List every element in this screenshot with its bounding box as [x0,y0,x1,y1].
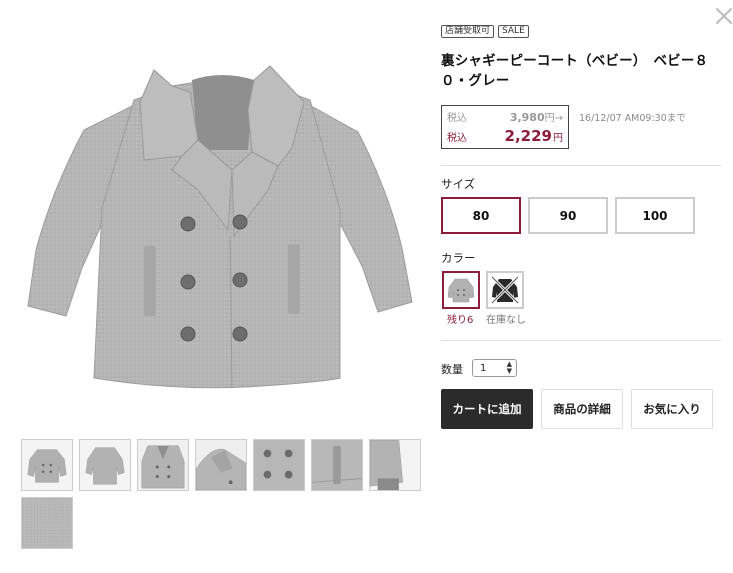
size-option-100[interactable]: 100 [615,197,695,234]
thumbnail-item[interactable] [253,439,305,491]
thumbnail-item[interactable] [195,439,247,491]
select-arrows-icon: ▲ ▼ [506,360,512,375]
color-label: カラー [441,251,476,265]
sale-end-date: 16/12/07 AM09:30まで [579,113,686,124]
out-of-stock-label: 在庫なし [486,315,526,326]
coat-buttons-icon [254,440,304,490]
coat-back-icon [80,440,130,490]
sale-price: 2,229 [504,127,552,145]
coat-front-detail-icon [138,440,188,490]
tax-included-label: 税込 [447,133,467,144]
thumbnail-item[interactable] [311,439,363,491]
quantity-select[interactable]: 1 ▲ ▼ [472,359,517,377]
black-coat-swatch-out-of-stock-icon [488,273,522,307]
original-price-unit: 円→ [544,113,563,124]
product-details-button[interactable]: 商品の詳細 [541,389,623,429]
color-option-black[interactable] [486,271,524,309]
product-title: 裏シャギーピーコート（ベビー） ベビー８０・グレー [441,53,709,89]
close-icon [716,8,732,24]
add-to-favorites-button[interactable]: お気に入り [631,389,713,429]
color-option-gray[interactable] [442,271,480,309]
sale-badge: SALE [498,25,529,38]
stock-remaining-label: 残り6 [447,315,474,326]
quantity-value: 1 [480,362,487,374]
badge-group: 店舗受取可 SALE [441,25,529,38]
coat-front-icon [22,440,72,490]
close-button[interactable] [714,6,733,26]
gray-coat-swatch-icon [444,273,478,307]
sale-price-unit: 円 [553,133,563,144]
divider [441,165,721,166]
size-option-80[interactable]: 80 [441,197,521,234]
divider [441,340,721,341]
thumbnail-item[interactable] [369,439,421,491]
coat-collar-icon [196,440,246,490]
price-box: 税込 3,980 円→ 税込 2,229 円 [441,105,569,149]
original-price-row: 税込 3,980 円→ [447,109,563,127]
sale-price-row: 税込 2,229 円 [447,127,563,145]
size-option-90[interactable]: 90 [528,197,608,234]
thumbnail-item[interactable] [21,497,73,549]
coat-fabric-icon [22,498,72,548]
thumbnail-item[interactable] [79,439,131,491]
store-pickup-badge: 店舗受取可 [441,25,495,38]
size-label: サイズ [441,177,476,191]
quantity-label: 数量 [441,363,463,376]
coat-sleeve-icon [370,440,420,490]
tax-included-label: 税込 [447,113,467,124]
original-price: 3,980 [509,111,545,124]
coat-pocket-icon [312,440,362,490]
main-product-image [22,40,420,400]
thumbnail-item[interactable] [21,439,73,491]
thumbnail-item[interactable] [137,439,189,491]
add-to-cart-button[interactable]: カートに追加 [441,389,533,429]
